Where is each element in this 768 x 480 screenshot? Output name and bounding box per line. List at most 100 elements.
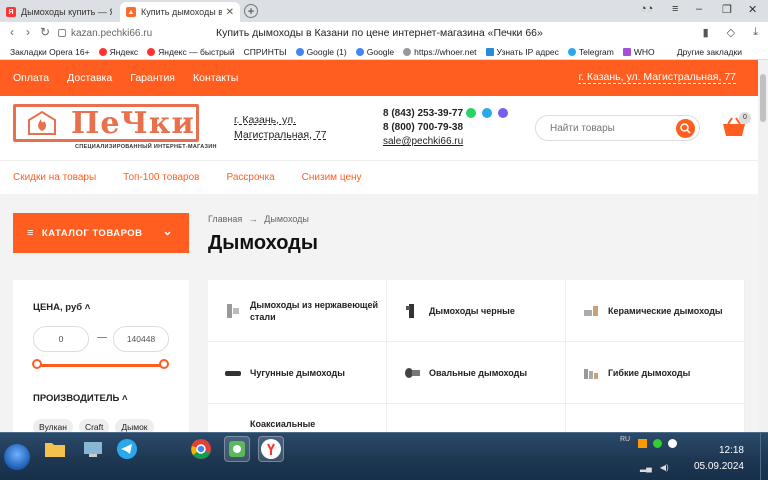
tray-app-icon[interactable] (638, 439, 647, 448)
cart-button[interactable]: 0 (722, 112, 751, 137)
price-filter-toggle[interactable]: ЦЕНА, руб ˄ (33, 302, 90, 313)
category-label: Керамические дымоходы (608, 305, 723, 316)
site-logo[interactable]: ПеЧки СПЕЦИАЛИЗИРОВАННЫЙ ИНТЕРНЕТ-МАГАЗИ… (13, 104, 216, 152)
monitor-app-icon (84, 442, 102, 457)
price-max-field[interactable]: 140448 (113, 326, 169, 352)
nav-warranty[interactable]: Гарантия (130, 72, 175, 84)
page-scrollbar-thumb[interactable] (760, 74, 766, 122)
bookmark-icon[interactable]: ▮ (703, 26, 709, 39)
header-city-link[interactable]: г. Казань, ул. Магистральная, 77 (234, 113, 364, 143)
bookmark-item[interactable]: Google (355, 47, 394, 57)
maker-chip[interactable]: Вулкан (33, 419, 73, 432)
phone-1[interactable]: 8 (843) 253-39-77 (383, 107, 463, 121)
green-app-icon (229, 441, 245, 457)
bookmark-item[interactable]: Яндекс (98, 47, 138, 57)
cast-iron-pipe-icon (225, 370, 241, 376)
search-button[interactable] (676, 119, 695, 138)
tray-status-icons: ▂▄ ◀) (640, 463, 669, 472)
system-clock[interactable]: 12:18 05.09.2024 (694, 443, 744, 475)
subnav-lower-price[interactable]: Снизим цену (302, 172, 362, 183)
price-slider-track[interactable] (37, 364, 165, 367)
catalog-button[interactable]: ≡ КАТАЛОГ ТОВАРОВ ⌄ (13, 213, 189, 253)
price-min-field[interactable]: 0 (33, 326, 89, 352)
maker-chip[interactable]: Дымок (115, 419, 154, 432)
category-flexible[interactable]: Гибкие дымоходы (566, 342, 745, 404)
category-label: Коаксиальные (250, 419, 316, 429)
breadcrumb-home[interactable]: Главная (208, 214, 242, 224)
network-icon[interactable]: ▂▄ (640, 463, 652, 472)
category-coaxial[interactable]: Коаксиальные (208, 404, 387, 432)
maker-filter-toggle[interactable]: ПРОИЗВОДИТЕЛЬ ˄ (33, 393, 128, 404)
maximize-icon[interactable]: ❐ (722, 3, 732, 16)
app-taskbar-icon-active[interactable] (224, 436, 250, 462)
download-icon[interactable]: ⤓ (753, 26, 758, 39)
bookmark-item[interactable]: Узнать IP адрес (485, 47, 559, 57)
url-text: kazan.pechki66.ru (71, 27, 153, 39)
clock-date: 05.09.2024 (693, 461, 744, 472)
maker-chip[interactable]: Craft (78, 419, 110, 432)
logo-subtitle: СПЕЦИАЛИЗИРОВАННЫЙ ИНТЕРНЕТ-МАГАЗИН (75, 144, 217, 150)
minimize-icon[interactable]: – (696, 3, 702, 15)
app-taskbar-icon[interactable] (80, 436, 106, 462)
hamburger-icon: ≡ (27, 227, 34, 239)
tab-yandex[interactable]: Я Дымоходы купить — Янде (0, 2, 118, 22)
extensions-icon[interactable]: ◇ (727, 26, 735, 39)
forward-icon[interactable]: › (26, 25, 30, 39)
close-window-icon[interactable]: ✕ (748, 3, 757, 16)
close-tab-icon[interactable]: ✕ (226, 7, 234, 18)
phone-2[interactable]: 8 (800) 700-79-38 (383, 121, 463, 135)
bookmark-item[interactable]: Google (1) (295, 47, 347, 57)
maker-chips: Вулкан Craft Дымок (33, 419, 154, 432)
bookmark-item[interactable]: https://whoer.net (403, 47, 477, 57)
google-icon (355, 47, 364, 56)
topnav-city-link[interactable]: г. Казань, ул. Магистральная, 77 (578, 71, 736, 84)
reload-icon[interactable]: ↻ (40, 25, 50, 39)
other-bookmarks[interactable]: Другие закладки (677, 47, 742, 57)
nav-payment[interactable]: Оплата (13, 72, 49, 84)
subnav-installments[interactable]: Рассрочка (227, 172, 275, 183)
tray-app-icon[interactable] (653, 439, 662, 448)
show-desktop-button[interactable] (760, 433, 768, 480)
price-slider-max-handle[interactable] (159, 359, 169, 369)
category-oval[interactable]: Овальные дымоходы (387, 342, 566, 404)
category-label: Дымоходы черные (429, 305, 515, 316)
subnav-discounts[interactable]: Скидки на товары (13, 172, 96, 183)
new-tab-button[interactable]: + (244, 4, 258, 18)
bookmark-item[interactable]: WHO (622, 47, 655, 57)
vpn-glasses-icon[interactable]: ◔◔ (640, 3, 653, 15)
category-stainless[interactable]: Дымоходы из нержавеющей стали (208, 280, 387, 342)
keyboard-language[interactable]: RU (620, 436, 630, 443)
bookmark-item[interactable]: Закладки Opera 16+ (10, 47, 90, 57)
back-icon[interactable]: ‹ (10, 25, 14, 39)
bookmark-item[interactable]: СПРИНТЫ (244, 47, 287, 57)
bookmark-item[interactable]: Telegram (567, 47, 614, 57)
url-field[interactable]: kazan.pechki66.ru (58, 25, 158, 41)
category-black[interactable]: Дымоходы черные (387, 280, 566, 342)
bookmark-item[interactable]: Яндекс — быстрый (147, 47, 235, 57)
telegram-icon (117, 439, 137, 459)
tab-pechki[interactable]: ▲ Купить дымоходы в Ка ✕ (120, 2, 240, 22)
nav-contacts[interactable]: Контакты (193, 72, 238, 84)
yandex-icon (147, 47, 156, 56)
tray-yandex-icon[interactable] (668, 439, 677, 448)
oval-pipe-icon (405, 367, 420, 378)
category-ceramic[interactable]: Керамические дымоходы (566, 280, 745, 342)
start-button[interactable] (4, 444, 30, 470)
page-title-text: Купить дымоходы в Казани по цене интерне… (216, 27, 543, 39)
tab-menu-icon[interactable]: ≡ (672, 3, 678, 15)
subnav-top100[interactable]: Топ-100 товаров (123, 172, 199, 183)
telegram-icon[interactable] (482, 108, 492, 118)
explorer-taskbar-icon[interactable] (42, 436, 68, 462)
chrome-taskbar-icon[interactable] (188, 436, 214, 462)
search-input[interactable] (550, 121, 670, 135)
whatsapp-icon[interactable] (466, 108, 476, 118)
web-page: Оплата Доставка Гарантия Контакты г. Каз… (0, 60, 758, 432)
volume-icon[interactable]: ◀) (660, 463, 669, 472)
viber-icon[interactable] (498, 108, 508, 118)
price-slider-min-handle[interactable] (32, 359, 42, 369)
yandex-browser-taskbar-icon[interactable] (258, 436, 284, 462)
category-cast-iron[interactable]: Чугунные дымоходы (208, 342, 387, 404)
nav-delivery[interactable]: Доставка (67, 72, 112, 84)
email-link[interactable]: sale@pechki66.ru (383, 135, 463, 149)
telegram-taskbar-icon[interactable] (114, 436, 140, 462)
